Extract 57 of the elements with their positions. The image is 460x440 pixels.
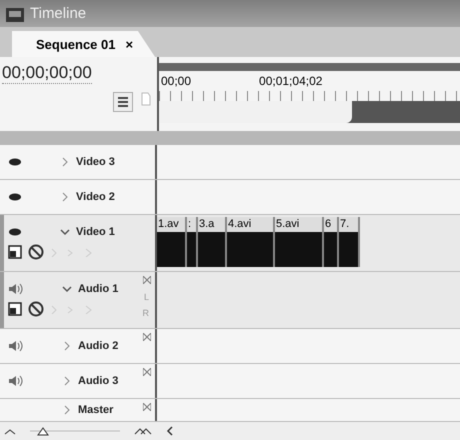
track-name: Video 3	[76, 156, 115, 168]
expand-icon[interactable]	[62, 341, 72, 351]
mixer-icon[interactable]	[143, 333, 151, 341]
track-name: Master	[78, 404, 114, 416]
clip-name: 3.a	[198, 217, 225, 232]
video-clip[interactable]: 1.av	[157, 217, 187, 267]
eye-icon[interactable]	[8, 193, 22, 201]
scroll-left-icon[interactable]	[166, 426, 174, 436]
clip-name: 1.av	[157, 217, 185, 232]
film-icon	[6, 6, 24, 22]
zoom-out-icon[interactable]	[4, 427, 16, 435]
expand-icon[interactable]	[62, 405, 72, 415]
video-clip[interactable]: 7.	[339, 217, 360, 267]
clip-name: 7.	[339, 217, 358, 232]
close-button[interactable]: ×	[126, 36, 134, 52]
track-name: Audio 1	[78, 283, 118, 295]
waveform-icon[interactable]	[8, 302, 22, 316]
video-clip[interactable]: :	[187, 217, 198, 267]
expand-icon[interactable]	[60, 192, 70, 202]
video-clip[interactable]: 6	[324, 217, 339, 267]
collapse-icon[interactable]	[62, 284, 72, 294]
expand-icon[interactable]	[62, 376, 72, 386]
no-icon[interactable]	[28, 244, 44, 260]
timecode-display[interactable]: 00;00;00;00	[2, 63, 92, 84]
sequence-tab[interactable]: Sequence 01 ×	[12, 31, 156, 57]
clip-name: 5.avi	[275, 217, 322, 232]
eye-icon[interactable]	[8, 228, 22, 236]
speaker-icon[interactable]	[8, 375, 24, 387]
collapse-icon[interactable]	[60, 227, 70, 237]
ruler-label: 00;00	[161, 74, 192, 88]
track-name: Audio 2	[78, 340, 118, 352]
ruler-label: 00;01;04;02	[259, 74, 322, 88]
speaker-icon[interactable]	[8, 283, 24, 295]
channel-label: R	[142, 308, 149, 318]
clip-name: 6	[324, 217, 337, 232]
mixer-icon[interactable]	[143, 276, 151, 284]
mixer-icon[interactable]	[143, 403, 151, 411]
track-name: Video 2	[76, 191, 115, 203]
track-name: Video 1	[76, 226, 115, 238]
marker-icon[interactable]	[141, 92, 151, 106]
zoom-in-icon[interactable]	[134, 427, 152, 435]
channel-label: L	[144, 292, 149, 302]
window-title: Timeline	[30, 5, 86, 22]
mixer-icon[interactable]	[143, 368, 151, 376]
no-icon[interactable]	[28, 301, 44, 317]
track-name: Audio 3	[78, 375, 118, 387]
video-clip[interactable]: 5.avi	[275, 217, 324, 267]
clip-name: :	[187, 217, 196, 232]
video-clip[interactable]: 4.avi	[227, 217, 275, 267]
zoom-slider-icon[interactable]	[30, 426, 120, 436]
eye-icon[interactable]	[8, 158, 22, 166]
expand-icon[interactable]	[60, 157, 70, 167]
clip-name: 4.avi	[227, 217, 273, 232]
snap-icon[interactable]	[113, 92, 133, 112]
speaker-icon[interactable]	[8, 340, 24, 352]
display-icon[interactable]	[8, 245, 22, 259]
video-clip[interactable]: 3.a	[198, 217, 227, 267]
